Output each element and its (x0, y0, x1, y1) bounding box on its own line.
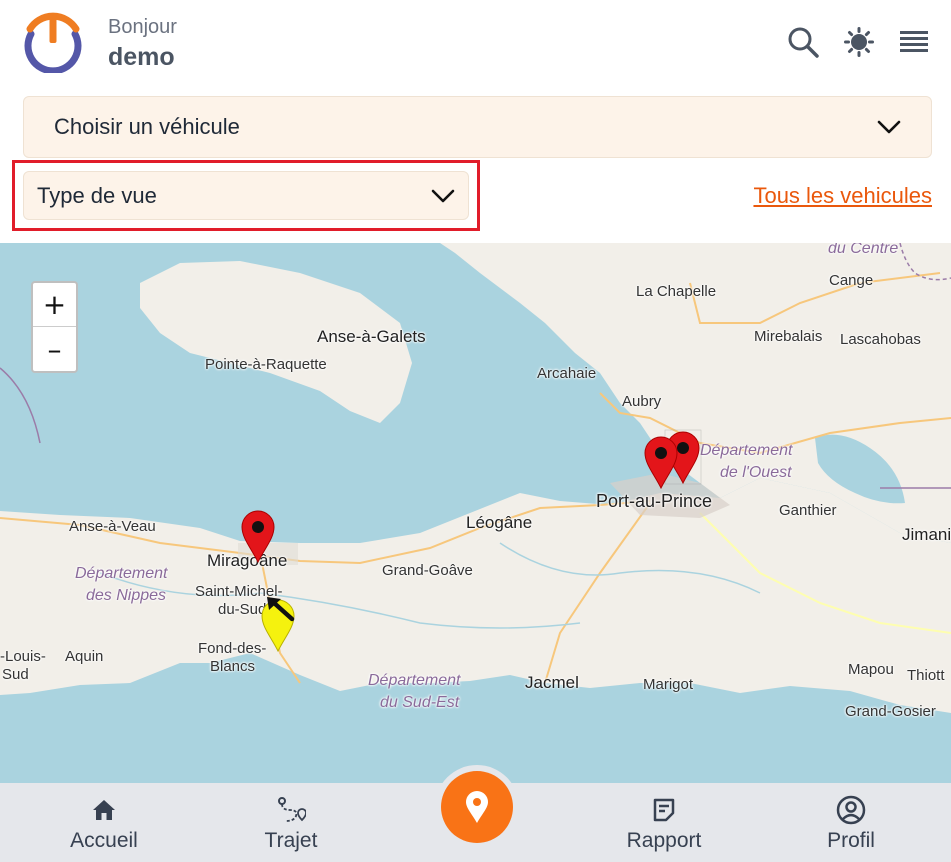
nav-rapport[interactable]: Rapport (614, 783, 714, 862)
theme-icon[interactable] (841, 24, 877, 60)
location-pin-icon (466, 791, 488, 823)
map-label-dept-sud-est-line2: du Sud-Est (380, 694, 460, 711)
map-label-thiotte: Thiott (907, 667, 945, 684)
map-label-ganthier: Ganthier (779, 502, 837, 519)
map-label-port-au-prince: Port-au-Prince (596, 491, 713, 511)
vehicle-select[interactable]: Choisir un véhicule (23, 96, 932, 158)
map-label-dept-sud-est-line1: Département (368, 672, 461, 689)
report-icon (652, 797, 676, 823)
map-label-aquin: Aquin (65, 648, 104, 665)
map-label-du-centre: du Centre (828, 243, 899, 257)
search-icon[interactable] (785, 24, 821, 60)
nav-profil[interactable]: Profil (810, 783, 892, 862)
vehicle-marker-red[interactable] (642, 434, 680, 490)
nav-profil-label: Profil (827, 829, 875, 852)
profile-icon (836, 795, 866, 825)
map-label-anse-a-galets: Anse-à-Galets (317, 327, 426, 346)
map-label-leogane: Léogâne (466, 513, 533, 532)
zoom-in-button[interactable]: + (33, 283, 76, 327)
map-label-arcahaie: Arcahaie (537, 365, 597, 382)
map-label-louis-line2: Sud (2, 666, 29, 683)
home-icon (91, 797, 117, 823)
map-label-mirebalais: Mirebalais (754, 328, 823, 345)
view-type-label: Type de vue (37, 182, 157, 208)
nav-accueil-label: Accueil (70, 829, 138, 852)
menu-icon[interactable] (896, 24, 932, 60)
vehicle-marker-yellow[interactable] (259, 595, 299, 653)
map-label-aubry: Aubry (622, 393, 662, 410)
chevron-down-icon (877, 120, 901, 134)
nav-trajet-label: Trajet (264, 829, 318, 852)
map-label-marigot: Marigot (643, 676, 694, 693)
map-label-dept-ouest-line2: de l'Ouest (720, 464, 792, 481)
map-fab-button[interactable] (441, 771, 513, 843)
username-text: demo (108, 43, 175, 71)
nav-accueil[interactable]: Accueil (58, 783, 150, 862)
zoom-out-button[interactable]: – (33, 327, 76, 371)
map-label-mapou: Mapou (848, 661, 894, 678)
app-screen: Bonjour demo Choisir un véhicule Type de… (0, 0, 951, 862)
chevron-down-icon (431, 189, 455, 202)
map[interactable]: Anse-à-Galets Pointe-à-Raquette La Chape… (0, 243, 951, 783)
vehicle-select-label: Choisir un véhicule (54, 114, 240, 139)
map-label-cange: Cange (829, 272, 874, 289)
map-label-dept-ouest-line1: Département (700, 442, 793, 459)
nav-trajet[interactable]: Trajet (251, 783, 331, 862)
view-type-select[interactable]: Type de vue (23, 171, 469, 220)
vehicle-marker-red[interactable] (239, 508, 277, 564)
map-label-lascahobas: Lascahobas (840, 331, 921, 348)
map-label-anse-a-veau: Anse-à-Veau (69, 518, 156, 535)
map-label-grand-gosier: Grand-Gosier (845, 703, 936, 720)
header: Bonjour demo (0, 0, 951, 92)
zoom-control: + – (31, 281, 78, 373)
greeting-text: Bonjour (108, 16, 177, 38)
map-label-jimani: Jimani (902, 525, 951, 544)
map-label-pointe-a-raquette: Pointe-à-Raquette (205, 356, 327, 373)
route-icon (276, 797, 306, 823)
nav-rapport-label: Rapport (626, 829, 702, 852)
map-label-fond-des-blancs-line1: Fond-des- (198, 640, 267, 657)
app-logo (24, 12, 82, 73)
map-label-dept-nippes-line1: Département (75, 565, 168, 582)
map-label-louis-line1: -Louis- (0, 648, 46, 665)
map-label-la-chapelle: La Chapelle (636, 283, 717, 300)
map-label-fond-des-blancs-line2: Blancs (210, 658, 256, 675)
map-label-grand-goave: Grand-Goâve (382, 562, 473, 579)
map-label-dept-nippes-line2: des Nippes (86, 587, 167, 604)
map-label-jacmel: Jacmel (525, 673, 579, 692)
all-vehicles-link[interactable]: Tous les vehicules (753, 183, 932, 209)
